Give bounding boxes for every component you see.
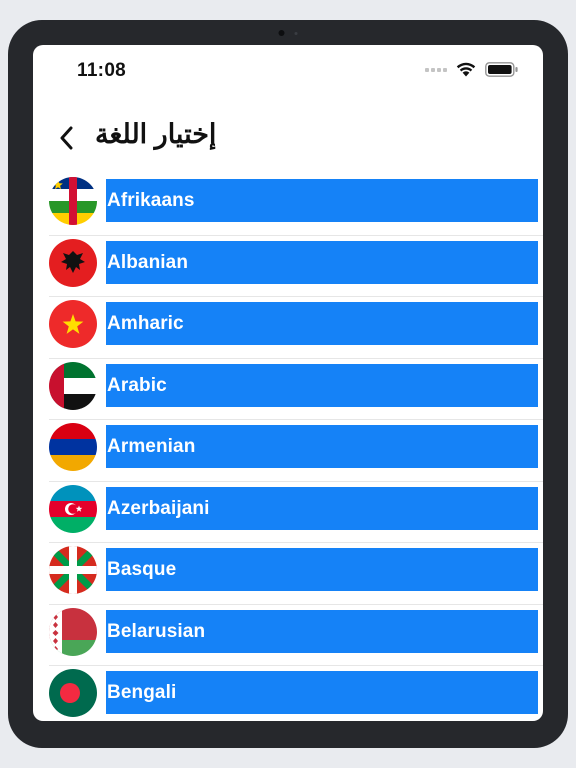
flag-albania-icon bbox=[49, 238, 97, 287]
language-button[interactable]: Bengali bbox=[106, 671, 538, 714]
flag-central-african-republic-icon bbox=[49, 177, 97, 225]
status-time: 11:08 bbox=[77, 60, 127, 81]
list-item-armenian[interactable]: Armenian bbox=[49, 420, 543, 482]
language-button[interactable]: Arabic bbox=[106, 363, 538, 407]
wifi-icon bbox=[456, 62, 476, 77]
app-screen: 11:08 إختيار اللغة Afrikaans Albanian Am… bbox=[33, 45, 543, 721]
battery-icon bbox=[485, 62, 518, 77]
list-item-bengali[interactable]: Bengali bbox=[49, 666, 543, 721]
front-camera bbox=[278, 30, 298, 36]
back-button[interactable] bbox=[55, 123, 79, 153]
flag-azerbaijan-icon bbox=[49, 484, 97, 533]
flag-belarus-icon bbox=[49, 607, 97, 656]
flag-uae-icon bbox=[49, 361, 97, 410]
language-button[interactable]: Armenian bbox=[106, 425, 538, 468]
language-button[interactable]: Basque bbox=[106, 548, 538, 591]
chevron-left-icon bbox=[60, 126, 73, 150]
status-bar: 11:08 bbox=[33, 45, 543, 97]
language-button[interactable]: Azerbaijani bbox=[106, 486, 538, 530]
tablet-device-frame: 11:08 إختيار اللغة Afrikaans Albanian Am… bbox=[8, 20, 568, 748]
flag-armenia-icon bbox=[49, 423, 97, 471]
language-list: Afrikaans Albanian Amharic Arabic Armeni… bbox=[49, 174, 543, 721]
list-item-azerbaijani[interactable]: Azerbaijani bbox=[49, 482, 543, 543]
list-item-arabic[interactable]: Arabic bbox=[49, 359, 543, 420]
language-button[interactable]: Afrikaans bbox=[106, 179, 538, 222]
language-button[interactable]: Albanian bbox=[106, 240, 538, 284]
page-title: إختيار اللغة bbox=[95, 119, 217, 149]
flag-basque-icon bbox=[49, 546, 97, 594]
flag-bangladesh-icon bbox=[49, 669, 97, 717]
cellular-signal-icon bbox=[425, 67, 447, 72]
status-icons bbox=[425, 62, 519, 77]
flag-ethiopia-icon bbox=[49, 300, 97, 348]
list-item-belarusian[interactable]: Belarusian bbox=[49, 605, 543, 666]
language-button[interactable]: Amharic bbox=[106, 302, 538, 345]
navigation-header: إختيار اللغة bbox=[33, 119, 543, 159]
language-button[interactable]: Belarusian bbox=[106, 609, 538, 653]
list-item-afrikaans[interactable]: Afrikaans bbox=[49, 174, 543, 236]
list-item-basque[interactable]: Basque bbox=[49, 543, 543, 605]
list-item-amharic[interactable]: Amharic bbox=[49, 297, 543, 359]
list-item-albanian[interactable]: Albanian bbox=[49, 236, 543, 297]
